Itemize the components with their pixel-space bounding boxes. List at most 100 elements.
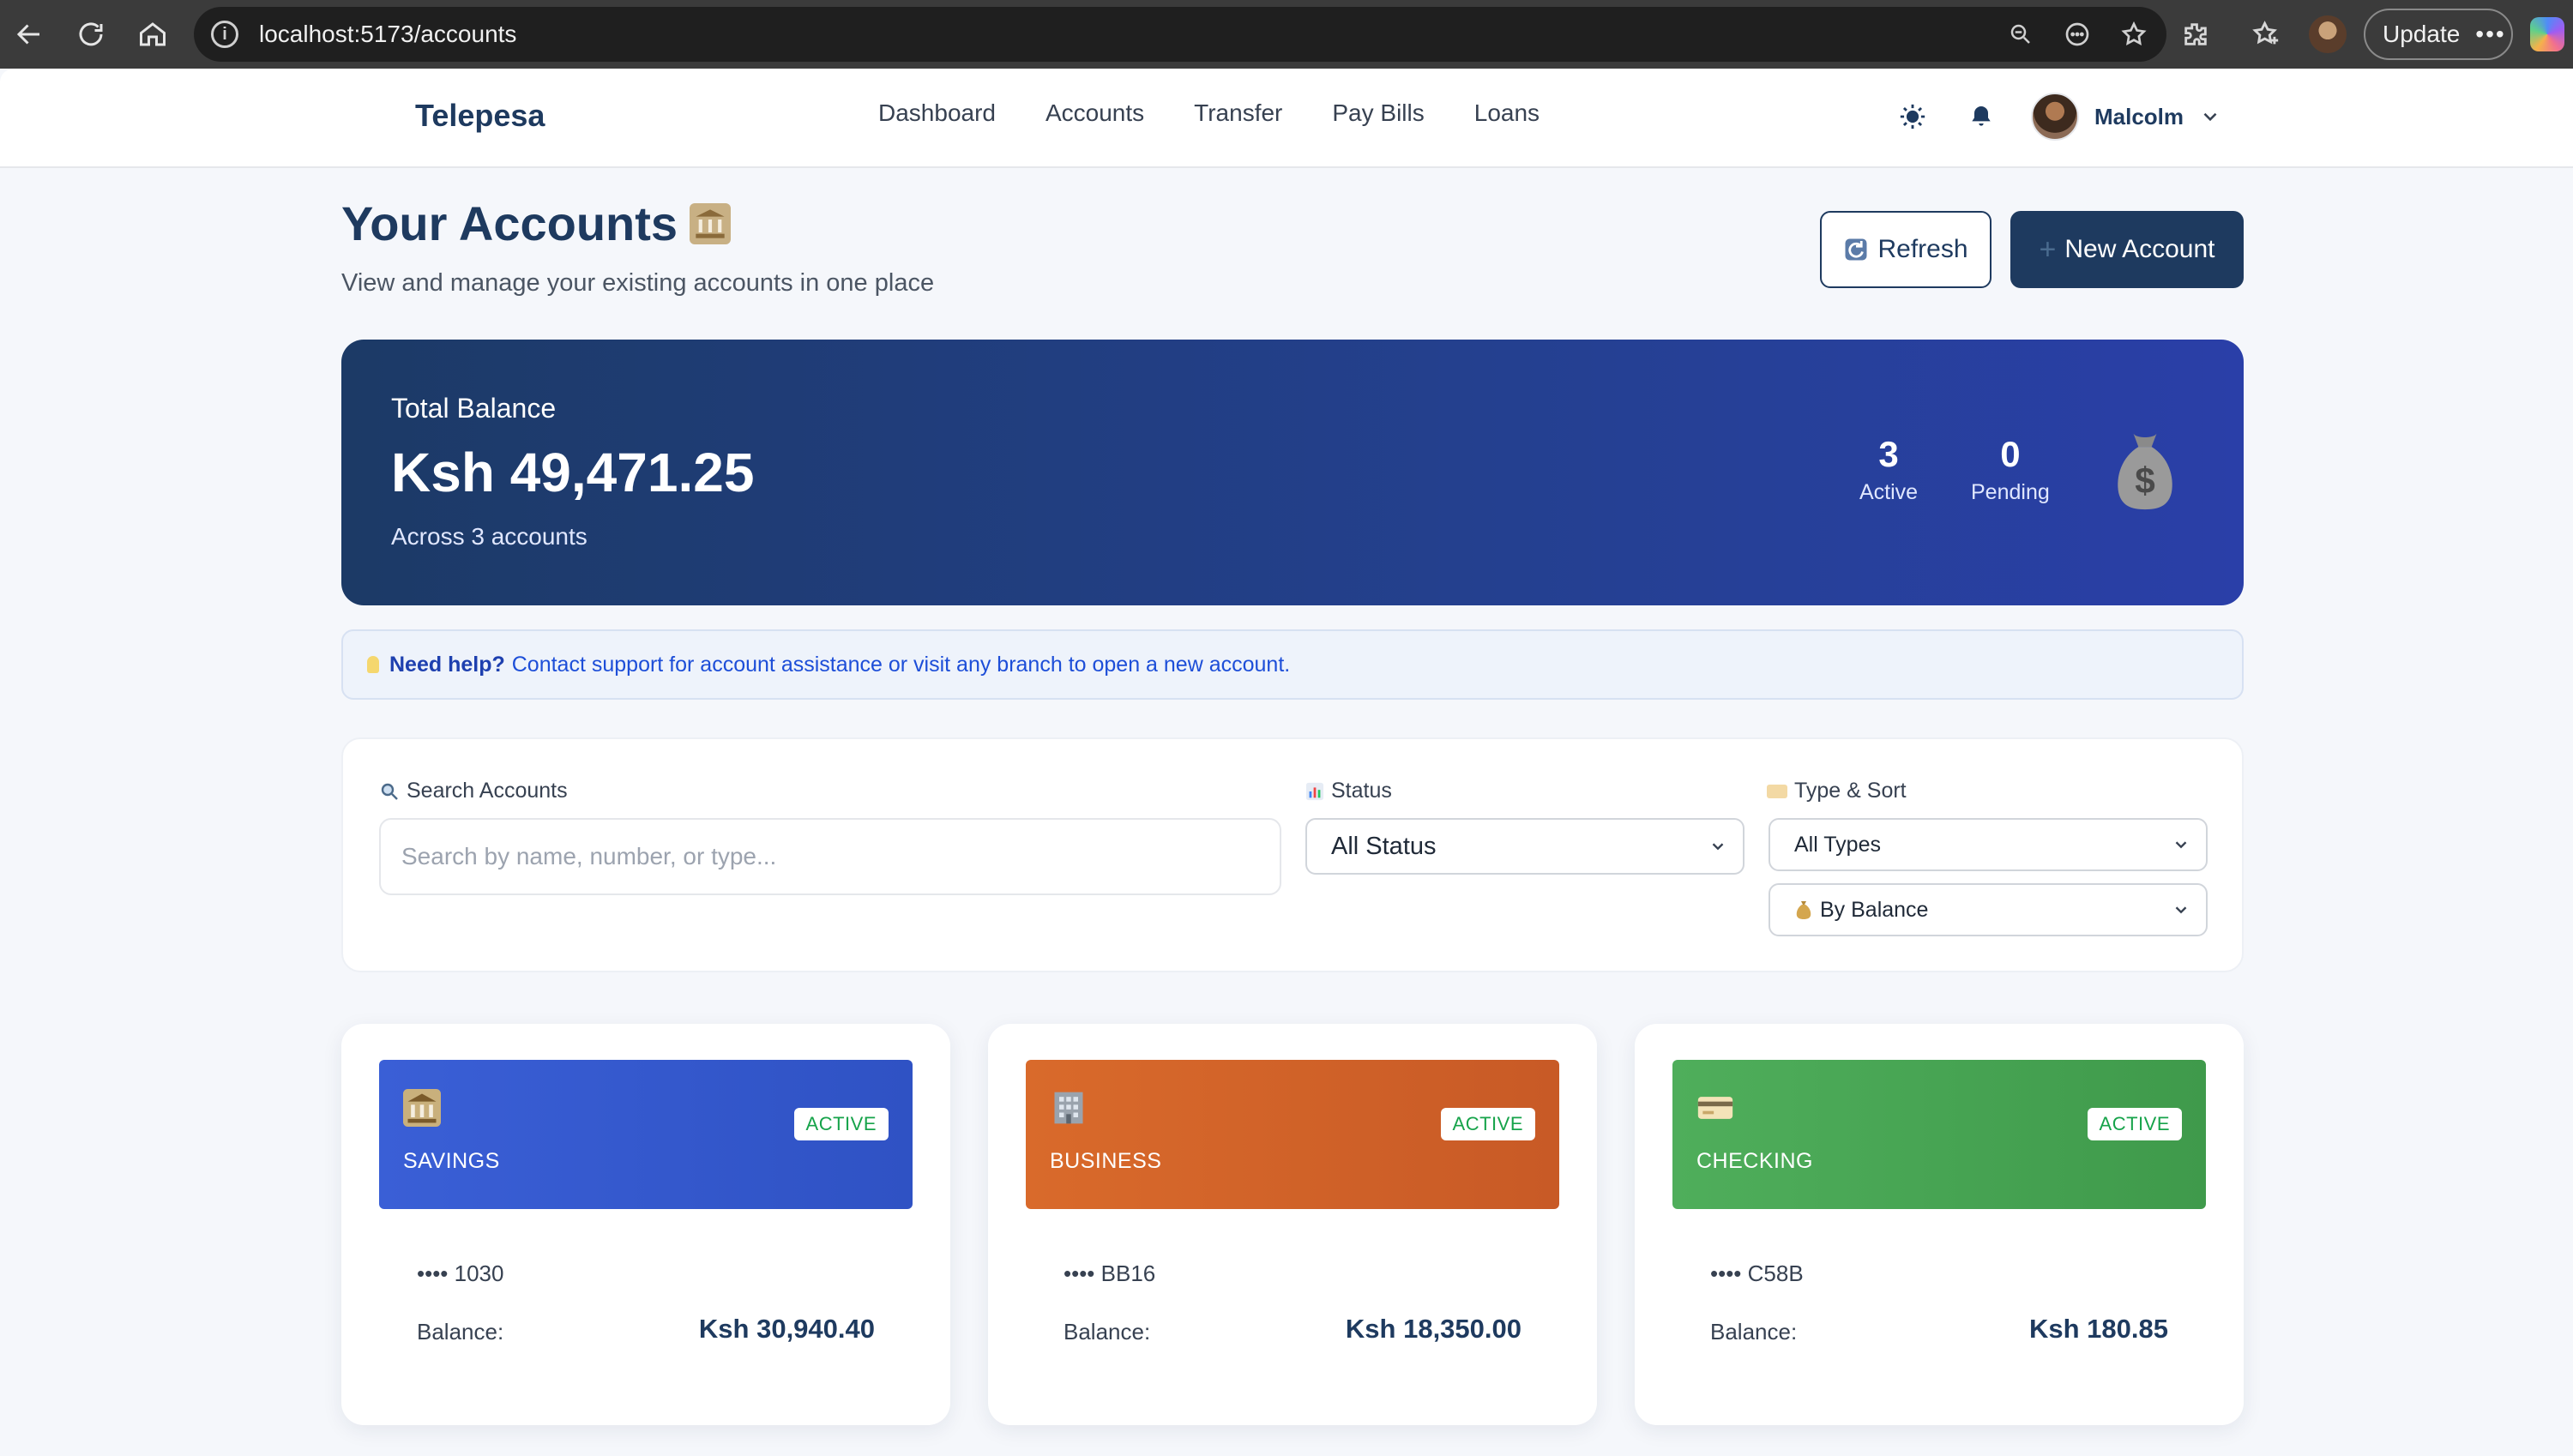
type-select-value: All Types: [1794, 832, 1881, 857]
pending-stat: 0 Pending: [1971, 434, 2050, 505]
extensions-icon[interactable]: [2172, 10, 2220, 58]
profile-avatar[interactable]: [2309, 15, 2347, 53]
status-label-text: Status: [1331, 779, 1392, 803]
refresh-label: Refresh: [1877, 235, 1968, 263]
app-navbar: Telepesa Dashboard Accounts Transfer Pay…: [0, 69, 2573, 168]
balance-label: Balance:: [1064, 1319, 1151, 1345]
url-text: localhost:5173/accounts: [259, 21, 517, 47]
update-label: Update: [2383, 21, 2461, 47]
credit-card-icon: [1697, 1097, 1733, 1119]
more-page-icon[interactable]: [2058, 15, 2096, 53]
help-text: Contact support for account assistance o…: [511, 652, 1291, 677]
site-info-icon[interactable]: i: [211, 21, 238, 48]
account-card-business[interactable]: BUSINESS ACTIVE •••• BB16 Balance: Ksh 1…: [988, 1024, 1597, 1425]
total-balance-subtitle: Across 3 accounts: [391, 523, 588, 550]
nav-loans[interactable]: Loans: [1474, 99, 1540, 127]
money-bag-icon: $: [2118, 433, 2172, 510]
nav-transfer[interactable]: Transfer: [1194, 99, 1282, 127]
zoom-icon[interactable]: [2002, 15, 2040, 53]
new-account-button[interactable]: + New Account: [2010, 211, 2244, 288]
search-label: Search Accounts: [379, 779, 568, 803]
magnifier-icon: [379, 781, 400, 802]
sort-select-value: By Balance: [1820, 897, 1929, 922]
account-card-header: SAVINGS ACTIVE: [379, 1060, 913, 1209]
filter-panel: Search Accounts Status All Status Type &…: [341, 737, 2244, 972]
help-banner: Need help? Contact support for account a…: [341, 629, 2244, 700]
account-number: •••• 1030: [417, 1260, 504, 1286]
account-number: •••• BB16: [1064, 1260, 1156, 1286]
balance-value: Ksh 30,940.40: [698, 1314, 875, 1344]
bell-icon[interactable]: [1962, 98, 2000, 135]
copilot-icon[interactable]: [2530, 17, 2564, 51]
total-balance-label: Total Balance: [391, 393, 557, 424]
chevron-down-icon: [2175, 906, 2187, 914]
active-stat: 3 Active: [1859, 434, 1918, 505]
type-sort-label-text: Type & Sort: [1794, 779, 1907, 803]
account-card-savings[interactable]: SAVINGS ACTIVE •••• 1030 Balance: Ksh 30…: [341, 1024, 950, 1425]
nav-accounts[interactable]: Accounts: [1045, 99, 1144, 127]
bank-icon: [403, 1089, 441, 1127]
balance-label: Balance:: [417, 1319, 504, 1345]
refresh-icon: [1843, 237, 1869, 262]
sort-select[interactable]: By Balance: [1769, 883, 2208, 936]
balance-value: Ksh 18,350.00: [1345, 1314, 1522, 1344]
svg-text:$: $: [2135, 460, 2155, 501]
status-badge: ACTIVE: [793, 1108, 889, 1140]
total-balance-amount: Ksh 49,471.25: [391, 442, 755, 503]
theme-sun-icon[interactable]: [1894, 98, 1931, 135]
status-label: Status: [1305, 779, 1392, 803]
page-title: Your Accounts: [341, 196, 732, 251]
money-bag-small-icon: [1794, 899, 1813, 920]
reload-icon[interactable]: [67, 10, 115, 58]
bookmark-star-icon[interactable]: [2115, 15, 2153, 53]
type-sort-label: Type & Sort: [1767, 779, 1907, 803]
total-balance-card: Total Balance Ksh 49,471.25 Across 3 acc…: [341, 340, 2244, 605]
status-select[interactable]: All Status: [1305, 818, 1744, 875]
pending-label: Pending: [1971, 480, 2050, 504]
update-button[interactable]: Update •••: [2364, 9, 2513, 60]
active-count: 3: [1878, 434, 1899, 474]
balance-value: Ksh 180.85: [2029, 1314, 2168, 1344]
account-card-checking[interactable]: CHECKING ACTIVE •••• C58B Balance: Ksh 1…: [1635, 1024, 2244, 1425]
bar-chart-icon: [1305, 782, 1324, 801]
active-label: Active: [1859, 480, 1919, 504]
more-options-icon: •••: [2475, 21, 2506, 47]
nav-pay-bills[interactable]: Pay Bills: [1332, 99, 1424, 127]
address-bar[interactable]: i localhost:5173/accounts: [194, 7, 2166, 62]
favorites-icon[interactable]: [2242, 10, 2290, 58]
chevron-down-icon: [1712, 843, 1724, 851]
help-title: Need help?: [389, 652, 505, 677]
chevron-down-icon: [2175, 841, 2187, 849]
new-account-label: New Account: [2064, 235, 2215, 263]
status-badge: ACTIVE: [2087, 1108, 2182, 1140]
account-type: SAVINGS: [403, 1149, 500, 1173]
bank-icon: [690, 202, 732, 244]
page-subtitle: View and manage your existing accounts i…: [341, 269, 935, 297]
back-icon[interactable]: [5, 10, 53, 58]
chevron-down-icon[interactable]: [2199, 105, 2221, 128]
account-card-header: CHECKING ACTIVE: [1672, 1060, 2206, 1209]
main-menu: Dashboard Accounts Transfer Pay Bills Lo…: [878, 99, 1540, 127]
office-building-icon: [1054, 1092, 1083, 1124]
nav-dashboard[interactable]: Dashboard: [878, 99, 996, 127]
pending-count: 0: [2000, 434, 2021, 474]
user-avatar[interactable]: [2031, 93, 2079, 141]
status-badge: ACTIVE: [1440, 1108, 1535, 1140]
page-title-text: Your Accounts: [341, 196, 678, 250]
type-select[interactable]: All Types: [1769, 818, 2208, 871]
card-icon: [1767, 784, 1787, 798]
browser-toolbar: i localhost:5173/accounts Update •••: [0, 0, 2573, 69]
plus-icon: +: [2039, 232, 2057, 266]
account-type: BUSINESS: [1050, 1149, 1162, 1173]
lightbulb-icon: [367, 656, 379, 673]
user-name[interactable]: Malcolm: [2094, 104, 2184, 130]
search-input[interactable]: [379, 818, 1281, 895]
search-label-text: Search Accounts: [407, 779, 568, 803]
status-select-value: All Status: [1331, 832, 1437, 860]
refresh-button[interactable]: Refresh: [1820, 211, 1992, 288]
account-card-header: BUSINESS ACTIVE: [1026, 1060, 1559, 1209]
balance-label: Balance:: [1710, 1319, 1798, 1345]
account-type: CHECKING: [1696, 1149, 1813, 1173]
brand-logo[interactable]: Telepesa: [415, 98, 545, 134]
home-icon[interactable]: [129, 10, 177, 58]
